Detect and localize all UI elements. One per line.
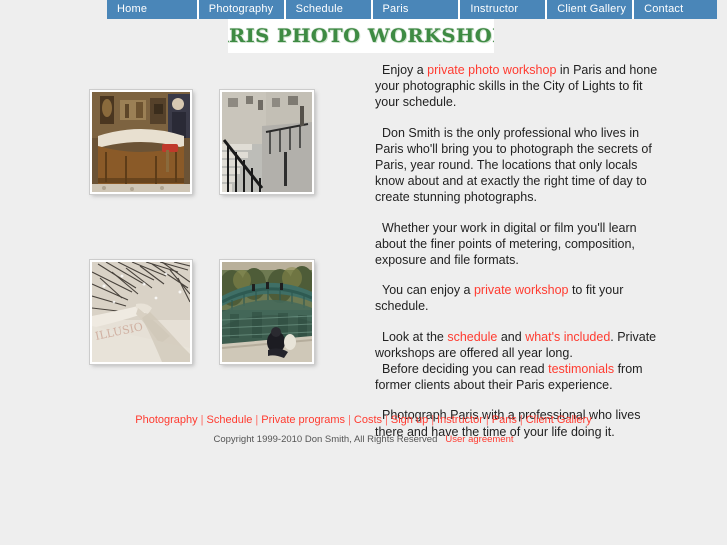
canal-saint-martin-image (222, 262, 312, 362)
nav-item-client-gallery[interactable]: Client Gallery (547, 0, 633, 19)
footer-separator: | (431, 414, 435, 426)
copyright-bar: Copyright 1999-2010 Don Smith, All Right… (0, 434, 727, 445)
link-private-workshop[interactable]: private workshop (474, 283, 569, 297)
p5-text-b: and (497, 329, 526, 344)
footer-separator: | (385, 414, 388, 426)
footer-separator: | (485, 414, 489, 426)
paragraph-skills: Whether your work in digital or film you… (375, 220, 637, 268)
montmartre-stairs-image (222, 92, 312, 192)
footer-link-photography[interactable]: Photography (135, 414, 197, 426)
nav-item-schedule[interactable]: Schedule (285, 0, 371, 19)
link-whats-included[interactable]: what's included (525, 330, 610, 344)
photo-canal-saint-martin[interactable] (219, 259, 315, 365)
p4-text-a: You can enjoy a (382, 283, 474, 298)
footer-separator: | (200, 414, 204, 426)
p1-text-a: Enjoy a (382, 63, 428, 77)
page-title: PARIS PHOTO WORKSHOPS (228, 25, 494, 47)
footer-separator: | (519, 414, 523, 426)
footer-separator: | (348, 414, 351, 426)
p6-text-a: Before deciding you can read (382, 362, 549, 377)
link-testimonials[interactable]: testimonials (548, 362, 614, 376)
footer-link-paris[interactable]: Paris (492, 414, 517, 426)
footer-link-instructor[interactable]: Instructor (437, 414, 483, 426)
paragraph-about-instructor: Don Smith is the only professional who l… (375, 125, 652, 205)
main-text-column: Enjoy a private photo workshop in Paris … (375, 62, 667, 454)
paragraph-testimonials: Before deciding you can read testimonial… (375, 361, 667, 393)
nav-item-contact[interactable]: Contact (634, 0, 717, 19)
link-schedule[interactable]: schedule (447, 330, 497, 344)
nav-item-instructor[interactable]: Instructor (460, 0, 546, 19)
main-navigation: Home Photography Schedule Paris Instructor Cl… (107, 0, 717, 19)
footer-link-sign-up[interactable]: Sign up (391, 414, 428, 426)
paragraph-intro: Enjoy a private photo workshop in Paris … (375, 62, 667, 111)
photo-snowy-park[interactable]: ILLUSIO (89, 259, 193, 365)
footer-link-schedule[interactable]: Schedule (207, 414, 253, 426)
footer-link-private-programs[interactable]: Private programs (261, 414, 345, 426)
footer-link-costs[interactable]: Costs (354, 414, 382, 426)
site-title-banner: PARIS PHOTO WORKSHOPS (228, 19, 494, 53)
link-private-photo-workshop[interactable]: private photo workshop (427, 63, 556, 77)
nav-item-photography[interactable]: Photography (198, 0, 284, 19)
footer-separator: | (255, 414, 259, 426)
paris-cafe-bar-image (92, 92, 190, 192)
paragraph-schedule: Look at the schedule and what's included… (375, 329, 667, 361)
photo-montmartre-stairs[interactable] (219, 89, 315, 195)
paragraph-private-workshop: You can enjoy a private workshop to fit … (375, 282, 667, 314)
p5-text-a: Look at the (382, 329, 448, 344)
copyright-text: Copyright 1999-2010 Don Smith, All Right… (213, 434, 438, 445)
link-user-agreement[interactable]: User agreement (445, 434, 513, 445)
snowy-park-image: ILLUSIO (92, 262, 190, 362)
photo-paris-cafe-bar[interactable] (89, 89, 193, 195)
footer-links: Photography | Schedule | Private programs | Co… (0, 414, 727, 426)
nav-item-home[interactable]: Home (107, 0, 197, 19)
nav-item-paris[interactable]: Paris (372, 0, 459, 19)
footer-link-client-gallery[interactable]: Client Gallery (526, 414, 592, 426)
